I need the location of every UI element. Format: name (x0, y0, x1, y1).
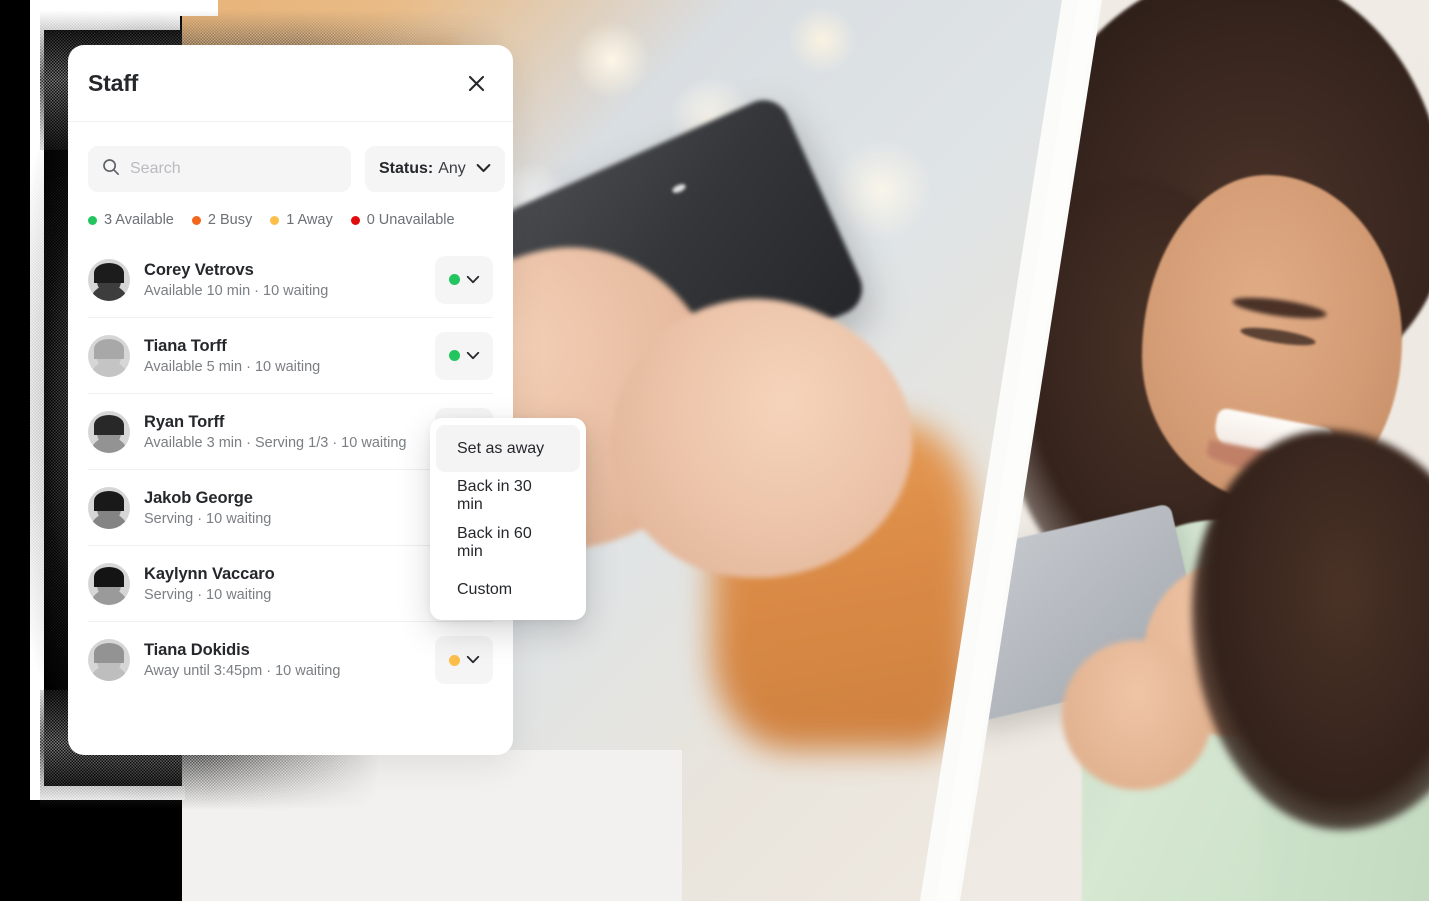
staff-status-text: Available 10 min · 10 waiting (144, 282, 329, 299)
legend-item: 0 Unavailable (350, 212, 455, 228)
staff-row-text: Kaylynn Vaccaro Serving · 10 waiting (144, 565, 421, 603)
legend-item: 1 Away (270, 212, 333, 228)
status-filter-value: Any (438, 160, 466, 177)
staff-row[interactable]: Tiana Dokidis Away until 3:45pm · 10 wait… (88, 622, 493, 698)
staff-name: Tiana Dokidis (144, 641, 250, 659)
staff-row[interactable]: Corey Vetrovs Available 10 min · 10 waiti… (88, 242, 493, 318)
status-dot-busy (191, 215, 201, 225)
staff-status-text: Serving · 10 waiting (144, 586, 272, 603)
staff-name: Jakob George (144, 488, 253, 507)
status-dot (448, 274, 460, 285)
avatar (88, 258, 130, 301)
legend-label: 0 Unavailable (366, 212, 455, 228)
staff-status-text: Serving · 10 waiting (144, 510, 272, 527)
chevron-down-icon (466, 347, 480, 365)
staff-name: Tiana Torff (144, 336, 227, 355)
status-dot-unavailable (350, 215, 360, 225)
menu-item-set-as-away[interactable]: Set as away (436, 425, 580, 472)
status-filter-label: Status: (379, 160, 434, 177)
staff-row-text: Corey Vetrovs Available 10 min · 10 waiti… (144, 261, 421, 299)
staff-name: Kaylynn Vaccaro (144, 564, 275, 583)
staff-row-text: Tiana Torff Available 5 min · 10 waiting (144, 337, 421, 375)
staff-name: Ryan Torff (144, 412, 225, 431)
staff-row-text: Ryan Torff Available 3 min · Serving 1/3 … (144, 413, 421, 451)
staff-status-button[interactable] (435, 331, 493, 380)
status-dot (448, 654, 460, 666)
close-button[interactable] (463, 70, 489, 96)
avatar (88, 410, 130, 453)
status-menu-popup: Set as away Back in 30 min Back in 60 mi… (430, 418, 586, 620)
staff-row-text: Tiana Dokidis Away until 3:45pm · 10 wait… (144, 641, 421, 679)
staff-row-text: Jakob George Serving · 10 waiting (144, 489, 421, 527)
avatar (88, 334, 130, 377)
status-dot (448, 350, 460, 361)
staff-name: Corey Vetrovs (144, 260, 254, 279)
staff-status-text: Available 3 min · Serving 1/3 · 10 waiti… (144, 434, 407, 451)
legend-label: 2 Busy (207, 212, 253, 228)
staff-status-button[interactable] (435, 255, 493, 304)
status-legend: 3 Available 2 Busy 1 Away 0 Unavailable (68, 192, 513, 228)
status-filter-text: Status: Any (379, 160, 466, 178)
search-box[interactable] (88, 146, 351, 192)
legend-label: 1 Away (286, 212, 333, 228)
status-filter-dropdown[interactable]: Status: Any (365, 146, 505, 192)
staff-panel-header: Staff (68, 45, 513, 122)
status-dot-away (270, 215, 280, 225)
chevron-down-icon (466, 651, 480, 669)
staff-status-text: Away until 3:45pm · 10 waiting (144, 663, 341, 679)
staff-status-text: Available 5 min · 10 waiting (144, 358, 321, 375)
staff-panel: Staff Search Status: Any 3 Available 2 B… (68, 45, 513, 755)
chevron-down-icon (466, 271, 480, 289)
legend-item: 2 Busy (191, 212, 253, 228)
staff-row[interactable]: Tiana Torff Available 5 min · 10 waiting (88, 318, 493, 394)
staff-status-button[interactable] (435, 636, 493, 684)
status-dot-available (88, 215, 97, 225)
search-icon (102, 158, 120, 181)
search-input[interactable] (130, 160, 337, 178)
legend-item: 3 Available (88, 212, 174, 228)
chevron-down-icon (476, 160, 491, 178)
screenshot-stage: Staff Search Status: Any 3 Available 2 B… (0, 0, 1429, 901)
filters-bar: Status:Any (68, 122, 513, 192)
photo-tablet-hand-lower (1062, 640, 1212, 790)
page-title: Staff (88, 69, 139, 96)
menu-item-custom[interactable]: Custom (436, 566, 580, 613)
legend-label: 3 Available (104, 212, 174, 228)
avatar (88, 562, 130, 605)
close-icon (468, 75, 485, 92)
avatar (88, 486, 130, 529)
menu-item-back-in-60[interactable]: Back in 60 min (436, 519, 580, 566)
avatar (88, 639, 130, 681)
menu-item-back-in-30[interactable]: Back in 30 min (436, 472, 580, 519)
